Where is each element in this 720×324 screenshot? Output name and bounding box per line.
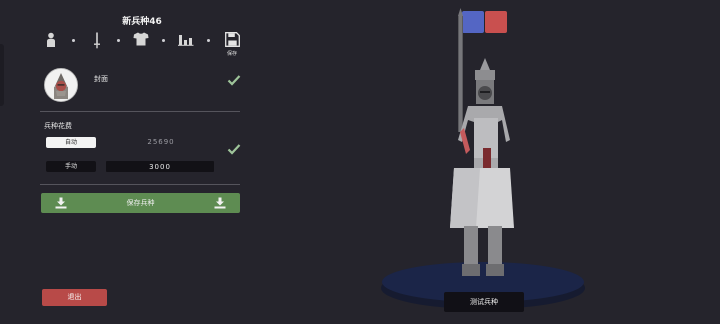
weapon-step-button[interactable] xyxy=(86,30,108,54)
exit-button[interactable]: 退出 xyxy=(42,289,107,306)
cost-section-label: 兵种花费 xyxy=(44,122,72,130)
shirt-icon xyxy=(133,32,149,46)
figure-icon xyxy=(47,32,55,47)
manual-cost-input[interactable] xyxy=(106,161,214,172)
unit-title: 新兵种46 xyxy=(122,17,162,27)
step-separator xyxy=(117,39,120,42)
save-unit-label: 保存兵种 xyxy=(126,199,155,207)
armor-step-button[interactable] xyxy=(130,30,152,54)
unit-portrait xyxy=(45,69,77,101)
save-step-label: 保存 xyxy=(226,51,237,57)
cost-check-icon xyxy=(227,144,241,155)
manual-cost-button[interactable]: 手动 xyxy=(46,161,96,172)
step-separator xyxy=(207,39,210,42)
divider xyxy=(40,111,240,112)
figure-step-button[interactable] xyxy=(40,30,62,54)
test-unit-button[interactable]: 测试兵种 xyxy=(444,292,524,312)
cover-check-icon xyxy=(227,75,241,86)
save-disk-icon xyxy=(224,32,240,47)
download-icon xyxy=(55,197,67,209)
editor-steps-bar: 保存 xyxy=(40,30,246,60)
side-drawer-tab[interactable] xyxy=(0,44,4,106)
step-separator xyxy=(72,39,75,42)
auto-cost-value: 25690 xyxy=(147,138,175,146)
cover-label: 封面 xyxy=(94,75,108,83)
auto-cost-button[interactable]: 自动 xyxy=(46,137,96,148)
cover-avatar[interactable] xyxy=(44,68,78,102)
save-unit-button[interactable]: 保存兵种 xyxy=(41,193,240,213)
download-icon xyxy=(214,197,226,209)
step-separator xyxy=(162,39,165,42)
sword-icon xyxy=(94,32,100,49)
stats-icon xyxy=(178,35,194,46)
unit-model-soldier[interactable] xyxy=(430,8,534,290)
save-step-button[interactable]: 保存 xyxy=(221,30,243,57)
divider xyxy=(40,184,240,185)
stats-step-button[interactable] xyxy=(175,30,197,54)
